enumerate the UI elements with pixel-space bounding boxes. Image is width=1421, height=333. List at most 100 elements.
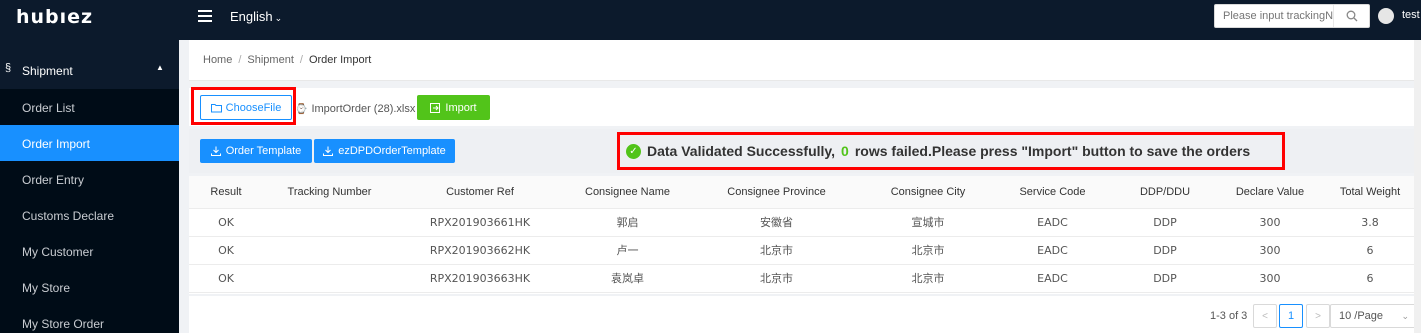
- selected-file: ⌚ ImportOrder (28).xlsx: [295, 103, 415, 115]
- table-header-row: Result Tracking Number Customer Ref Cons…: [189, 176, 1419, 209]
- column-header: Consignee Name: [564, 176, 691, 209]
- table-cell: 3.8: [1321, 208, 1419, 237]
- table-cell: RPX201903663HK: [396, 264, 564, 293]
- table-cell: [263, 264, 396, 293]
- table-cell: 宣城市: [862, 208, 994, 237]
- table-row: OK RPX201903661HK 郭启 安徽省 宣城市 EADC DDP 30…: [189, 208, 1419, 237]
- sidebar-item-label: Order Entry: [22, 173, 85, 187]
- sidebar-group-shipment[interactable]: § Shipment ▲: [0, 52, 179, 88]
- breadcrumb-bar: Home / Shipment / Order Import: [189, 40, 1421, 81]
- user-name[interactable]: test: [1402, 9, 1420, 21]
- avatar[interactable]: [1378, 8, 1394, 24]
- sidebar-item-my-store-order[interactable]: My Store Order: [0, 305, 179, 333]
- import-preview-table: Result Tracking Number Customer Ref Cons…: [189, 176, 1421, 294]
- language-label: English: [230, 9, 273, 24]
- content-gutter: [179, 40, 189, 333]
- order-template-label: Order Template: [225, 145, 302, 157]
- table-cell: 300: [1219, 236, 1321, 265]
- column-header: Consignee City: [862, 176, 994, 209]
- table-cell: RPX201903662HK: [396, 236, 564, 265]
- column-header: Service Code: [994, 176, 1111, 209]
- pagination: 1-3 of 3 < 1 > 10 /Page ⌄: [189, 296, 1421, 333]
- table-row: OK RPX201903662HK 卢一 北京市 北京市 EADC DDP 30…: [189, 236, 1419, 265]
- sidebar: § Shipment ▲ Order List Order Import Ord…: [0, 40, 179, 333]
- table-cell: 北京市: [691, 264, 862, 293]
- breadcrumb: Home / Shipment / Order Import: [203, 54, 371, 66]
- sidebar-submenu: Order List Order Import Order Entry Cust…: [0, 89, 179, 333]
- table-cell: 北京市: [691, 236, 862, 265]
- download-icon: [210, 146, 221, 156]
- page-size-value: 10 /Page: [1339, 310, 1384, 322]
- breadcrumb-home[interactable]: Home: [203, 54, 232, 66]
- next-page-button[interactable]: >: [1306, 304, 1330, 328]
- chevron-down-icon: ⌄: [1401, 311, 1409, 321]
- table-cell: DDP: [1111, 236, 1219, 265]
- table-cell: 北京市: [862, 236, 994, 265]
- table-cell: 安徽省: [691, 208, 862, 237]
- table-cell: 郭启: [564, 208, 691, 237]
- table-cell: EADC: [994, 236, 1111, 265]
- sidebar-group-label: Shipment: [22, 64, 73, 78]
- sidebar-item-order-entry[interactable]: Order Entry: [0, 161, 179, 197]
- table-cell: [263, 208, 396, 237]
- table-cell: 6: [1321, 236, 1419, 265]
- prev-page-button[interactable]: <: [1253, 304, 1277, 328]
- column-header: Result: [189, 176, 263, 209]
- table-row: OK RPX201903663HK 袁岚卓 北京市 北京市 EADC DDP 3…: [189, 264, 1419, 293]
- column-header: Consignee Province: [691, 176, 862, 209]
- import-label: Import: [445, 101, 477, 114]
- column-header: DDP/DDU: [1111, 176, 1219, 209]
- table-cell: 卢一: [564, 236, 691, 265]
- logo: hubıez: [16, 6, 94, 28]
- table-cell: 300: [1219, 264, 1321, 293]
- sidebar-item-label: Order List: [22, 101, 75, 115]
- import-icon: [430, 102, 441, 113]
- table-cell: DDP: [1111, 208, 1219, 237]
- file-name-text: ImportOrder (28).xlsx: [311, 103, 416, 115]
- chevron-right-icon: >: [1315, 310, 1321, 322]
- sidebar-item-my-customer[interactable]: My Customer: [0, 233, 179, 269]
- order-template-button[interactable]: Order Template: [200, 139, 312, 163]
- sidebar-item-label: My Store Order: [22, 317, 105, 331]
- pagination-total: 1-3 of 3: [1210, 310, 1248, 322]
- sidebar-item-label: My Store: [22, 281, 71, 295]
- dpd-template-button[interactable]: ezDPDOrderTemplate: [314, 139, 455, 163]
- highlight-box-message: [617, 132, 1285, 170]
- shipment-icon: §: [5, 62, 12, 74]
- breadcrumb-separator: /: [238, 54, 242, 66]
- table-cell: [263, 236, 396, 265]
- sidebar-item-my-store[interactable]: My Store: [0, 269, 179, 305]
- column-header: Tracking Number: [263, 176, 396, 209]
- breadcrumb-shipment[interactable]: Shipment: [247, 54, 293, 66]
- vertical-scrollbar[interactable]: [1414, 40, 1421, 333]
- table-cell: OK: [189, 236, 263, 265]
- column-header: Total Weight: [1321, 176, 1419, 209]
- menu-toggle-icon[interactable]: [198, 10, 212, 24]
- column-header: Declare Value: [1219, 176, 1321, 209]
- table-cell: DDP: [1111, 264, 1219, 293]
- sidebar-item-label: Order Import: [22, 137, 91, 151]
- table-cell: 6: [1321, 264, 1419, 293]
- chevron-down-icon: ⌄: [274, 13, 283, 23]
- breadcrumb-current: Order Import: [308, 54, 372, 66]
- table-cell: 袁岚卓: [564, 264, 691, 293]
- table-cell: OK: [189, 208, 263, 237]
- table-cell: 北京市: [862, 264, 994, 293]
- sidebar-item-customs-declare[interactable]: Customs Declare: [0, 197, 179, 233]
- page-size-select[interactable]: 10 /Page ⌄: [1330, 304, 1418, 328]
- sidebar-item-order-import[interactable]: Order Import: [0, 125, 179, 161]
- table-cell: 300: [1219, 208, 1321, 237]
- tracking-search-input[interactable]: [1215, 5, 1333, 27]
- search-icon[interactable]: [1333, 5, 1369, 27]
- breadcrumb-separator: /: [299, 54, 303, 66]
- column-header: Customer Ref: [396, 176, 564, 209]
- highlight-box-choose-file: [191, 87, 296, 125]
- top-bar: hubıez English⌄ test: [0, 0, 1421, 40]
- import-button[interactable]: Import: [417, 95, 490, 120]
- table-cell: EADC: [994, 208, 1111, 237]
- sidebar-item-order-list[interactable]: Order List: [0, 89, 179, 125]
- dpd-template-label: ezDPDOrderTemplate: [338, 145, 446, 157]
- chevron-up-icon: ▲: [156, 63, 164, 72]
- language-selector[interactable]: English ⌄: [230, 9, 282, 24]
- page-number-button[interactable]: 1: [1279, 304, 1303, 328]
